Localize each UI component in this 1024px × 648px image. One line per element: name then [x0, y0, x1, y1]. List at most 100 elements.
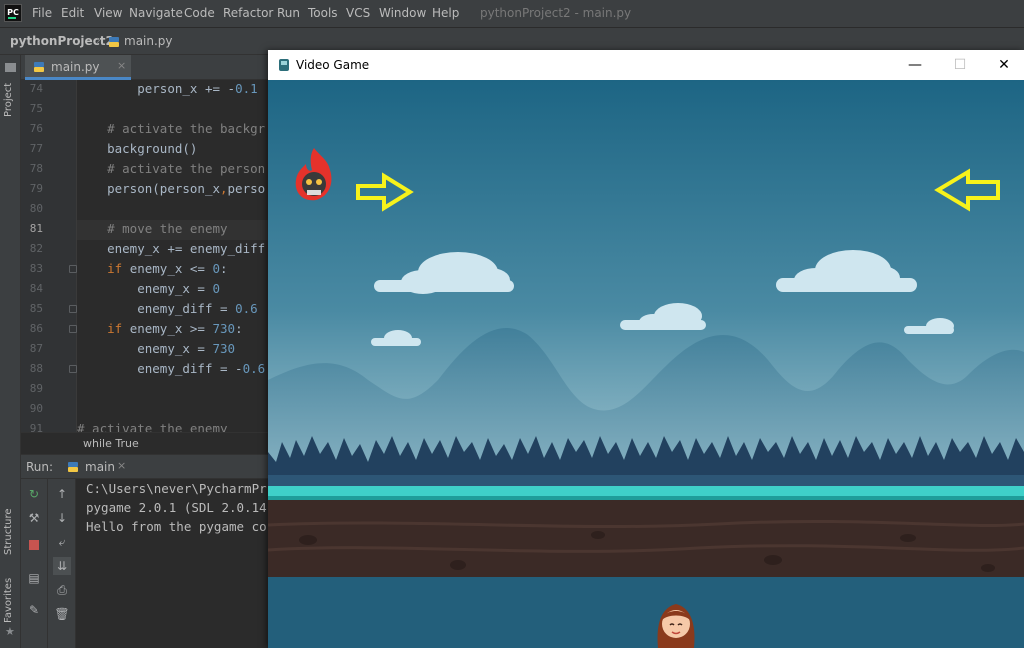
game-titlebar[interactable]: Video Game — ☐ ✕: [268, 50, 1024, 80]
code-editor[interactable]: person_x += -0.1 # activate the backgr b…: [77, 80, 271, 432]
code-line: enemy_diff = -0.6: [77, 359, 271, 379]
console-line: pygame 2.0.1 (SDL 2.0.14: [86, 500, 267, 515]
close-button[interactable]: ✕: [989, 54, 1019, 76]
code-token: if: [107, 261, 130, 276]
code-token: enemy_x += enemy_diff: [107, 241, 266, 256]
menu-bar: PC File Edit View Navigate Code Refactor…: [0, 0, 1024, 28]
code-token: enemy_x >=: [129, 321, 213, 336]
run-console[interactable]: C:\Users\never\PycharmPr pygame 2.0.1 (S…: [76, 479, 271, 648]
fold-marker-icon[interactable]: [69, 265, 77, 273]
breadcrumb-file[interactable]: main.py: [124, 34, 173, 48]
python-file-icon: [68, 462, 78, 472]
code-token: 0.6: [242, 361, 266, 376]
menu-navigate[interactable]: Navigate: [129, 6, 183, 20]
code-token: ,: [220, 181, 228, 196]
menu-view[interactable]: View: [94, 6, 122, 20]
pycharm-logo-icon: PC: [4, 4, 22, 22]
menu-file[interactable]: File: [32, 6, 52, 20]
code-token: 730: [212, 341, 236, 356]
code-line: person_x += -0.1: [77, 80, 271, 99]
left-tool-strip: Project Structure Favorites ★: [0, 55, 21, 648]
line-number: 86: [29, 322, 43, 335]
maximize-button[interactable]: ☐: [945, 54, 975, 76]
minimize-button[interactable]: —: [900, 54, 930, 76]
fold-marker-icon[interactable]: [69, 325, 77, 333]
line-number-gutter: 74 75 76 77 78 79 80 81 82 83 84 85 86 87 88 89 90 91: [21, 80, 77, 435]
trash-icon[interactable]: 🗑: [53, 605, 71, 623]
code-token: :: [235, 321, 243, 336]
code-token: 730: [212, 321, 236, 336]
code-line: if enemy_x <= 0:: [77, 259, 271, 279]
menu-refactor[interactable]: Refactor: [223, 6, 273, 20]
wrench-icon[interactable]: ⚒: [25, 509, 43, 527]
fold-marker-icon[interactable]: [69, 365, 77, 373]
game-canvas[interactable]: [268, 80, 1024, 648]
pin-icon[interactable]: ✎: [25, 601, 43, 619]
code-token: 0.6: [235, 301, 258, 316]
code-line: enemy_x = 0: [77, 279, 271, 299]
code-token: if: [107, 321, 130, 336]
line-number: 87: [29, 342, 43, 355]
project-tool-button[interactable]: Project: [3, 83, 14, 117]
menu-window[interactable]: Window: [379, 6, 426, 20]
code-token: # move the enemy: [107, 221, 228, 236]
pygame-window-icon: [279, 59, 289, 71]
code-token: person(person_x: [107, 181, 220, 196]
line-number: 88: [29, 362, 43, 375]
menu-edit[interactable]: Edit: [61, 6, 84, 20]
stop-icon[interactable]: [25, 537, 43, 555]
line-number: 74: [29, 82, 43, 95]
menu-tools[interactable]: Tools: [308, 6, 338, 20]
line-number: 77: [29, 142, 43, 155]
code-token: :: [220, 261, 228, 276]
line-number: 82: [29, 242, 43, 255]
code-token: enemy_x =: [137, 341, 213, 356]
code-line: background(): [77, 139, 271, 159]
line-number: 85: [29, 302, 43, 315]
layout-icon[interactable]: ▤: [25, 569, 43, 587]
close-run-tab-icon[interactable]: ×: [117, 459, 126, 472]
code-breadcrumb-bar: while True: [21, 432, 271, 454]
run-toolbar-primary: ↻ ⚒ ▤ ✎: [21, 479, 48, 648]
game-scene: [268, 80, 1024, 648]
menu-vcs[interactable]: VCS: [346, 6, 370, 20]
folder-icon: [5, 63, 16, 72]
print-icon[interactable]: ⎙: [53, 581, 71, 599]
line-number: 80: [29, 202, 43, 215]
code-token: enemy_diff =: [137, 301, 236, 316]
code-token: person_x += -: [137, 81, 236, 96]
code-token: enemy_diff = -: [137, 361, 243, 376]
favorites-tool-button[interactable]: Favorites: [3, 578, 14, 623]
code-token: 0.1: [235, 81, 258, 96]
menu-help[interactable]: Help: [432, 6, 459, 20]
code-line: enemy_diff = 0.6: [77, 299, 271, 319]
fold-marker-icon[interactable]: [69, 305, 77, 313]
grass-edge: [268, 496, 1024, 500]
rerun-icon[interactable]: ↻: [25, 485, 43, 503]
menu-run[interactable]: Run: [277, 6, 300, 20]
structure-tool-button[interactable]: Structure: [3, 508, 14, 555]
code-token: enemy_x =: [137, 281, 213, 296]
run-tab-main[interactable]: main: [85, 460, 115, 474]
arrow-down-icon[interactable]: ↓: [53, 509, 71, 527]
tab-main-py[interactable]: main.py ×: [25, 55, 131, 80]
window-title: pythonProject2 - main.py: [480, 6, 632, 20]
soft-wrap-icon[interactable]: ⤶: [53, 533, 71, 551]
arrow-up-icon[interactable]: ↑: [53, 485, 71, 503]
run-label: Run:: [26, 460, 54, 474]
code-token: enemy_x <=: [129, 261, 213, 276]
menu-code[interactable]: Code: [184, 6, 215, 20]
scroll-to-end-icon[interactable]: ⇊: [53, 557, 71, 575]
code-token: # activate the person: [107, 161, 266, 176]
code-breadcrumb[interactable]: while True: [83, 437, 139, 450]
close-tab-icon[interactable]: ×: [117, 59, 126, 72]
code-line: if enemy_x >= 730:: [77, 319, 271, 339]
line-number: 84: [29, 282, 43, 295]
code-token: 0: [212, 281, 221, 296]
line-number: 76: [29, 122, 43, 135]
python-file-icon: [34, 62, 44, 72]
game-window: Video Game — ☐ ✕: [268, 50, 1024, 648]
